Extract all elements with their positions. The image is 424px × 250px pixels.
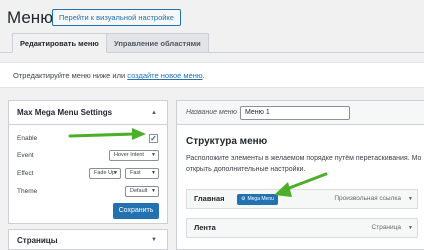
mega-menu-settings-panel: Max Mega Menu Settings ▲ Enable ✓ Event …	[8, 100, 168, 224]
mega-menu-button[interactable]: ⚙ Mega Menu	[237, 194, 278, 205]
menu-name-input[interactable]: Меню 1	[240, 106, 350, 120]
structure-desc-line1: Расположите элементы в желаемом порядке …	[186, 155, 422, 162]
notice-bar: Отредактируйте меню ниже или создайте но…	[0, 62, 424, 88]
mega-menu-label: Mega Menu	[247, 196, 274, 202]
notice-text: Отредактируйте меню ниже или	[13, 71, 126, 80]
chevron-down-icon[interactable]: ▼	[151, 230, 157, 250]
structure-desc-line2: открыть дополнительные настройки.	[186, 166, 306, 173]
tab-manage-locations[interactable]: Управление областями	[106, 33, 209, 53]
pages-panel[interactable]: Страницы ▼	[8, 229, 168, 250]
menu-editor-panel: Название меню Меню 1 Структура меню Расп…	[176, 100, 424, 250]
notice-suffix: .	[202, 71, 205, 80]
chevron-down-icon: ▼	[151, 152, 156, 158]
menu-item-home[interactable]: Главная ⚙ Mega Menu Произвольная ссылка ▼	[186, 189, 418, 209]
event-select-value: Hover Intent	[114, 152, 144, 158]
chevron-down-icon[interactable]: ▼	[408, 190, 413, 208]
customize-button[interactable]: Перейти к визуальной настройке	[52, 9, 181, 26]
structure-description: Расположите элементы в желаемом порядке …	[186, 153, 424, 175]
save-button[interactable]: Сохранить	[113, 203, 159, 219]
effect-select-value: Fade Up	[94, 170, 116, 176]
menu-name-bar: Название меню Меню 1	[177, 101, 424, 125]
create-menu-link[interactable]: создайте новое меню	[127, 71, 202, 80]
collapse-up-icon[interactable]: ▲	[151, 101, 157, 125]
enable-checkbox[interactable]: ✓	[149, 134, 158, 143]
effect-select[interactable]: Fade Up ▼	[89, 168, 121, 179]
event-select[interactable]: Hover Intent ▼	[109, 150, 159, 161]
menu-item-label: Главная	[194, 194, 225, 203]
menu-item-type: Произвольная ссылка	[334, 195, 401, 202]
chevron-down-icon: ▼	[151, 188, 156, 194]
effect-speed-select[interactable]: Fast ▼	[125, 168, 159, 179]
menu-item-label: Лента	[194, 223, 216, 232]
enable-label: Enable	[17, 135, 38, 142]
theme-select-value: Default	[130, 188, 148, 194]
menu-item-type: Страница	[371, 224, 401, 231]
theme-label: Theme	[17, 188, 38, 195]
chevron-down-icon: ▼	[113, 170, 118, 176]
menu-item-feed[interactable]: Лента Страница ▼	[186, 218, 418, 238]
panel-title: Max Mega Menu Settings	[17, 108, 113, 117]
structure-title: Структура меню	[186, 136, 268, 147]
page-title: Меню	[7, 8, 53, 27]
menu-name-label: Название меню	[186, 109, 237, 116]
event-label: Event	[17, 152, 34, 159]
chevron-down-icon[interactable]: ▼	[408, 219, 413, 237]
panel-header[interactable]: Max Mega Menu Settings ▲	[9, 101, 167, 125]
effect-speed-value: Fast	[130, 170, 141, 176]
pages-panel-title: Страницы	[17, 236, 58, 245]
theme-select[interactable]: Default ▼	[125, 186, 159, 197]
chevron-down-icon: ▼	[151, 170, 156, 176]
effect-label: Effect	[17, 170, 34, 177]
tab-edit-menu[interactable]: Редактировать меню	[12, 33, 107, 53]
gear-icon: ⚙	[241, 196, 246, 202]
